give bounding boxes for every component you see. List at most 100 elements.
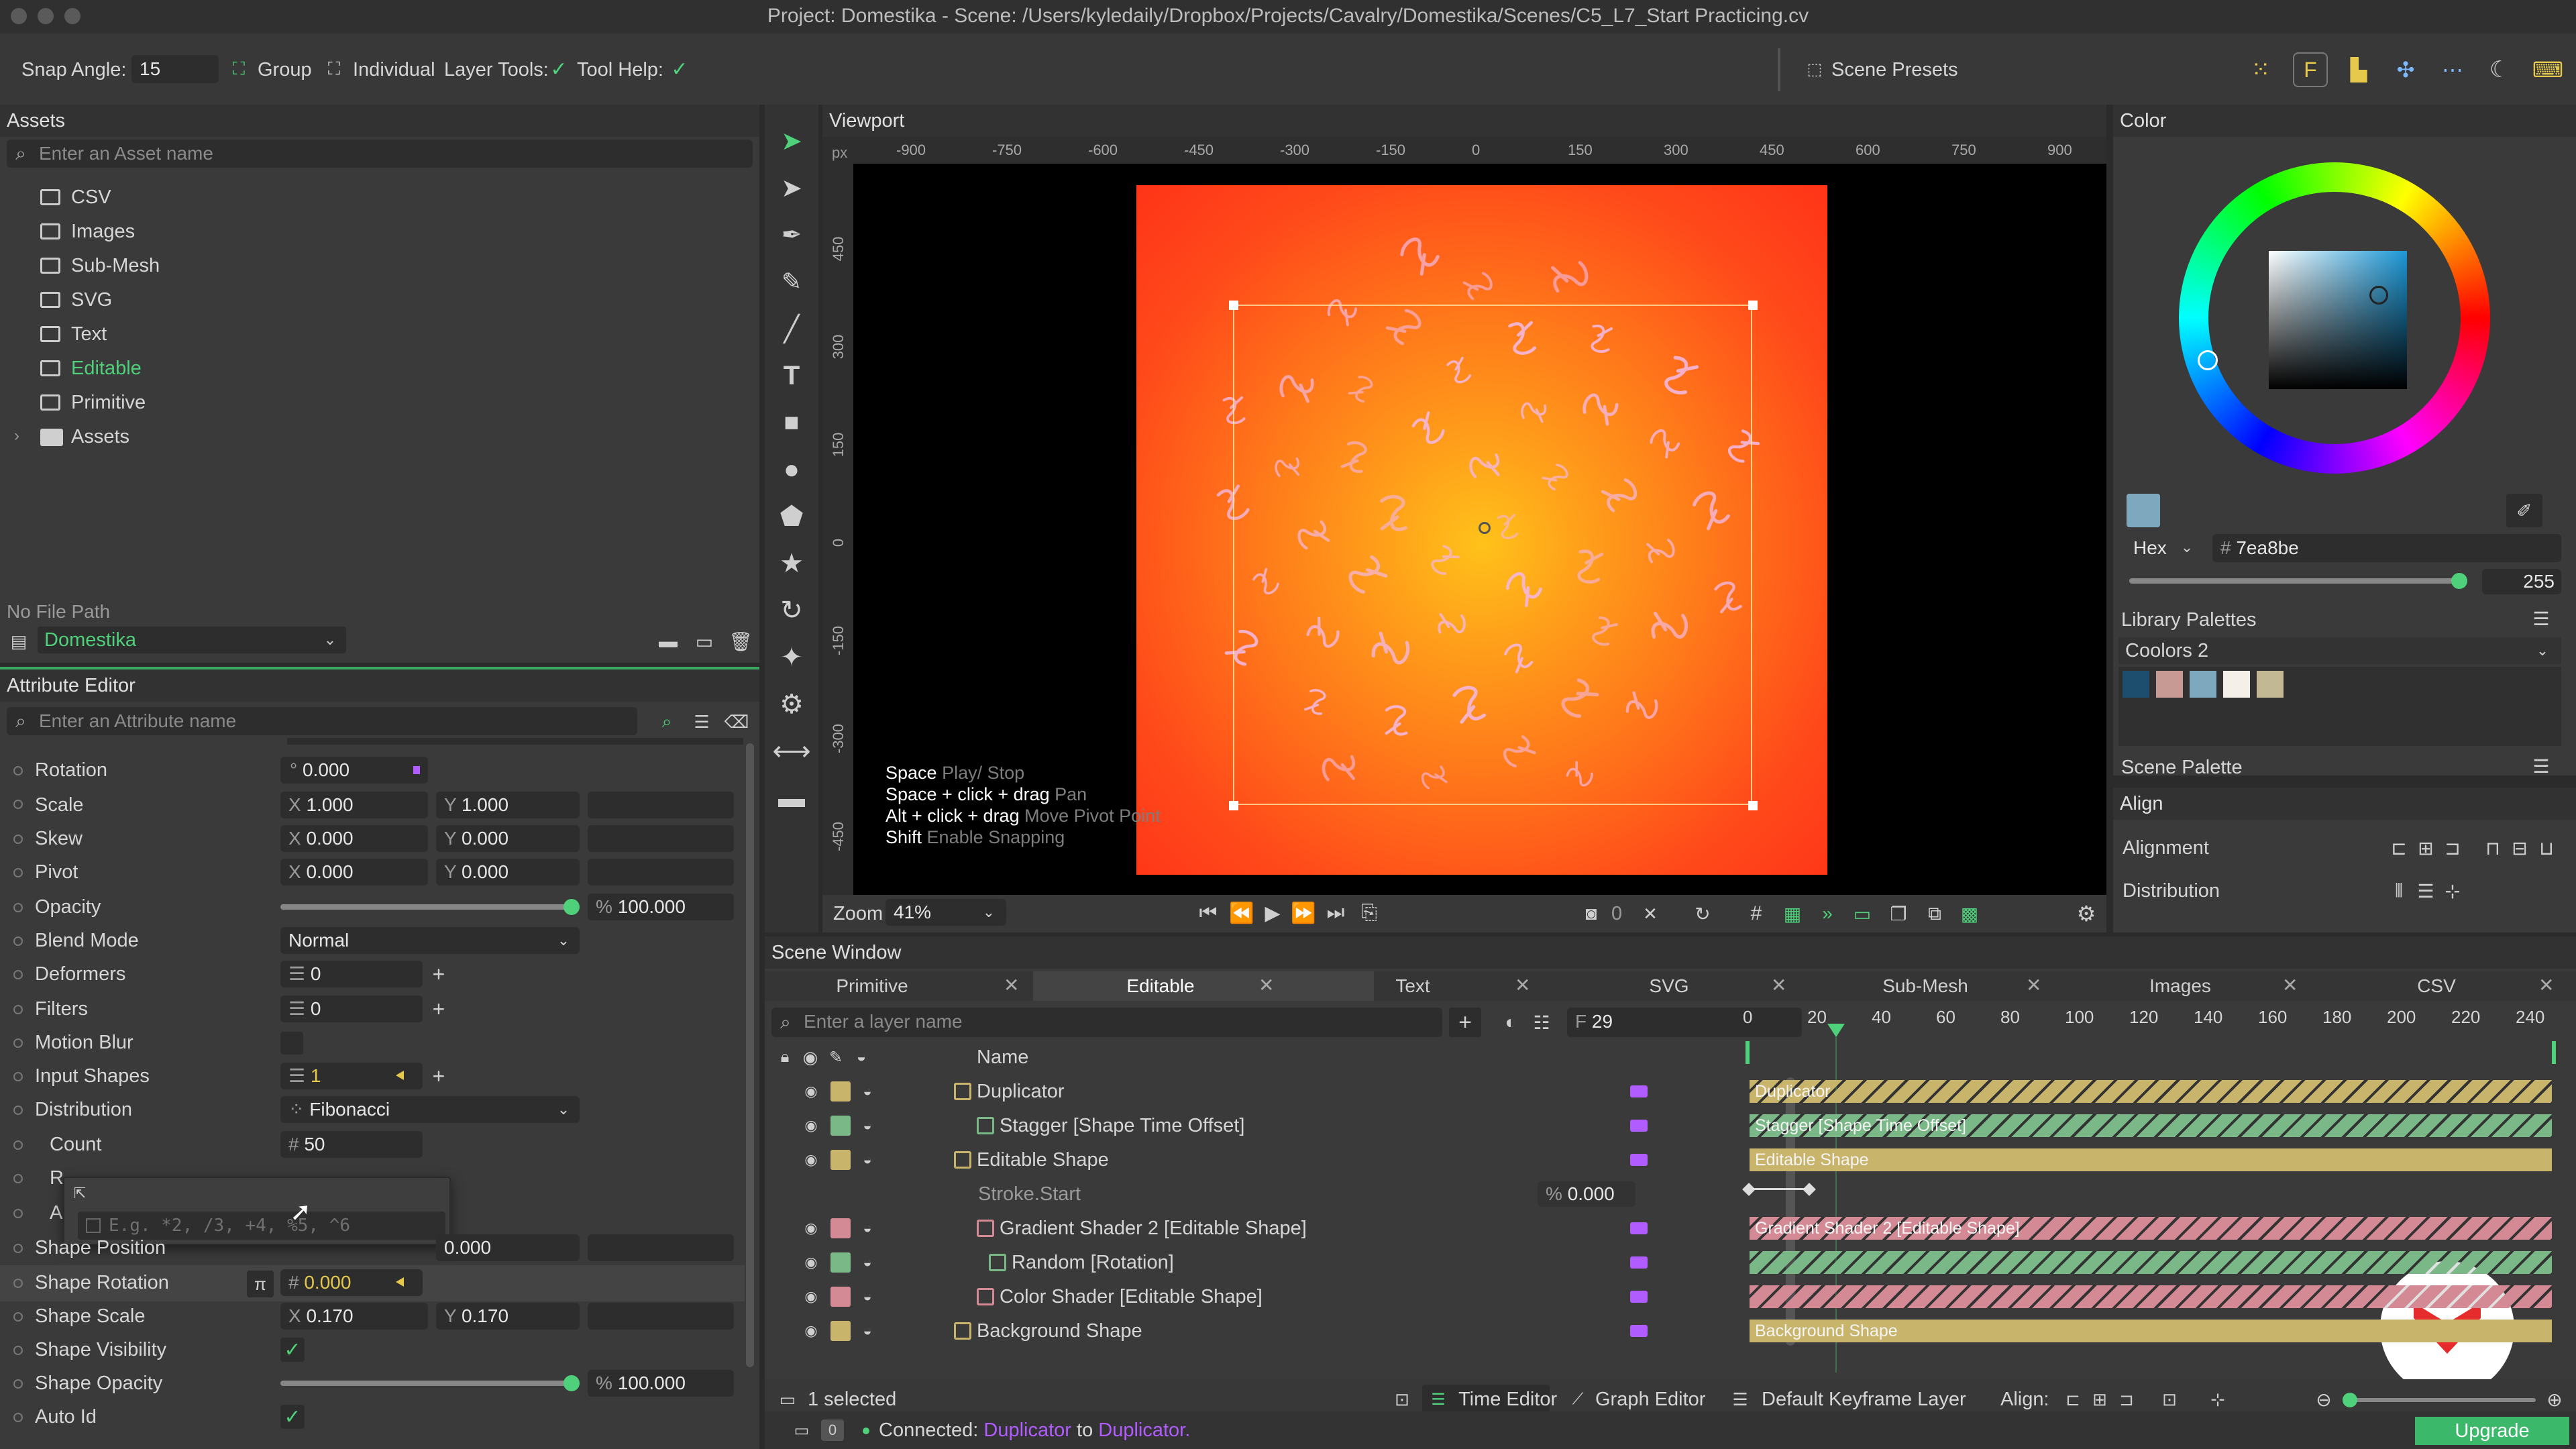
scale-z-input[interactable] <box>588 792 734 818</box>
loop-icon[interactable]: ⎘ <box>1355 899 1383 927</box>
align-bottom-icon[interactable]: ▙ <box>2341 52 2376 87</box>
fast-forward-icon[interactable]: » <box>1814 900 1841 927</box>
selection-handle[interactable] <box>1229 301 1238 310</box>
group-toggle[interactable]: Group <box>258 56 312 83</box>
window-icon[interactable]: ▭ <box>691 628 718 655</box>
copy-icon[interactable]: ⧉ <box>1921 900 1948 927</box>
rectangle-tool-icon[interactable]: ■ <box>773 404 810 441</box>
connection-port-icon[interactable] <box>1630 1291 1648 1303</box>
snap-frame-icon[interactable]: F <box>2293 52 2328 87</box>
keyframe-dot[interactable] <box>13 868 23 877</box>
pivot-x-input[interactable]: X 0.000 <box>280 859 428 885</box>
layer-row[interactable]: ◉ ◒ Random [Rotation] <box>765 1246 1771 1279</box>
direct-select-tool-icon[interactable]: ➤ <box>773 169 810 207</box>
monitor-icon[interactable]: ▭ <box>1849 900 1876 927</box>
selection-box[interactable] <box>1233 305 1752 805</box>
tab-editable[interactable]: Editable <box>1080 971 1241 1001</box>
align-middle-icon[interactable]: ⊟ <box>2506 835 2533 861</box>
keyframe-dot[interactable] <box>13 1038 23 1048</box>
timeline-bar[interactable] <box>1750 1285 2552 1308</box>
palette-swatch[interactable] <box>2257 671 2284 698</box>
layout-icon[interactable]: ▦ <box>1779 900 1806 927</box>
close-tab-icon[interactable]: ✕ <box>2282 974 2298 996</box>
visibility-eye-icon[interactable]: ◉ <box>800 1114 822 1137</box>
options-icon[interactable]: ☷ <box>1527 1008 1556 1037</box>
render-toggle-icon[interactable]: ◒ <box>856 1285 879 1308</box>
palette-select[interactable]: Coolors 2 ⌄ <box>2118 637 2561 664</box>
layer-row[interactable]: ◉ ◒ Color Shader [Editable Shape] <box>765 1280 1771 1313</box>
connection-port-icon[interactable] <box>1630 1256 1648 1269</box>
keyframe-dot[interactable] <box>13 1279 23 1288</box>
saturation-value-square[interactable] <box>2269 251 2407 389</box>
pivot-z-input[interactable] <box>588 859 734 885</box>
keyframe-dot[interactable] <box>13 1106 23 1115</box>
connection-port-icon[interactable] <box>1630 1325 1648 1337</box>
close-tab-icon[interactable]: ✕ <box>1004 974 1019 996</box>
timeline-start-marker[interactable] <box>1746 1041 1750 1064</box>
keyframe-dot[interactable] <box>13 1140 23 1150</box>
align-top-icon[interactable]: ⊓ <box>2479 835 2506 861</box>
capsule-tool-icon[interactable]: ▬ <box>773 780 810 817</box>
sparkle-tool-icon[interactable]: ✦ <box>773 639 810 676</box>
shape-position-y-input[interactable]: 0.000 <box>436 1234 580 1261</box>
align-bottom-icon[interactable]: ⊔ <box>2533 835 2560 861</box>
asset-item-images[interactable]: Images <box>38 217 708 246</box>
filter-icon[interactable]: ◐ <box>1496 1008 1525 1037</box>
keyframe-dot[interactable] <box>13 1209 23 1218</box>
pen-tool-icon[interactable]: ✒ <box>773 216 810 254</box>
resize-tool-icon[interactable]: ⟷ <box>772 733 810 770</box>
timeline-bar[interactable]: Editable Shape <box>1750 1148 2552 1171</box>
skip-start-icon[interactable]: ⏮ <box>1194 899 1222 927</box>
distribute-grid-icon[interactable]: ⊹ <box>2439 877 2466 904</box>
tool-help-checkbox[interactable]: ✓ <box>668 58 691 80</box>
align-right-icon[interactable]: ⊐ <box>2113 1386 2140 1413</box>
render-toggle-icon[interactable]: ◒ <box>856 1114 879 1137</box>
select-tool-icon[interactable]: ➤ <box>773 122 810 160</box>
pen-icon[interactable]: ✎ <box>822 1044 849 1071</box>
layer-color-swatch[interactable] <box>830 1287 851 1307</box>
sv-picker-handle[interactable] <box>2369 286 2388 305</box>
lock-icon[interactable]: 🔒︎ <box>771 1044 798 1071</box>
filters-input[interactable]: ☰ 0 <box>280 996 423 1022</box>
open-folder-icon[interactable]: ▬ <box>655 628 682 655</box>
attribute-search-input[interactable]: Enter an Attribute name <box>7 707 637 735</box>
layer-color-swatch[interactable] <box>830 1081 851 1102</box>
align-center-icon[interactable]: ⊞ <box>2086 1386 2113 1413</box>
deformers-input[interactable]: ☰ 0 <box>280 961 423 987</box>
keyframe-dot[interactable] <box>13 1379 23 1389</box>
text-tool-icon[interactable]: T <box>773 357 810 394</box>
opacity-slider-handle[interactable] <box>564 899 580 915</box>
attribute-scrollbar[interactable] <box>746 743 754 1367</box>
fit-icon[interactable]: ⊡ <box>2156 1386 2183 1413</box>
keyframe-dot[interactable] <box>13 800 23 809</box>
palette-swatch[interactable] <box>2123 671 2149 698</box>
close-tab-icon[interactable]: ✕ <box>1515 974 1530 996</box>
frame-icon[interactable]: ⊡ <box>1389 1386 1415 1413</box>
step-forward-icon[interactable]: ⏩ <box>1289 899 1318 927</box>
grid-dots-icon[interactable]: ⁙ <box>2243 52 2278 87</box>
step-back-icon[interactable]: ⏪ <box>1228 899 1256 927</box>
scale-y-input[interactable]: Y 1.000 <box>436 792 580 818</box>
rotation-input[interactable]: ° 0.000 <box>280 757 428 784</box>
current-color-swatch[interactable] <box>2127 494 2160 527</box>
menu-icon[interactable]: ☰ <box>2526 605 2556 632</box>
asset-item-svg[interactable]: SVG <box>38 285 708 315</box>
snap-angle-input[interactable]: 15 <box>131 55 219 83</box>
console-icon[interactable]: ▭ <box>789 1418 814 1442</box>
skew-z-input[interactable] <box>588 825 734 852</box>
tab-primitive[interactable]: Primitive <box>792 971 953 1001</box>
keyframe-dot[interactable] <box>13 1413 23 1422</box>
layer-row[interactable]: ◉ ◒ Editable Shape <box>765 1143 1771 1177</box>
clear-filter-icon[interactable]: ⌫ <box>723 708 750 735</box>
refresh-icon[interactable]: ↻ <box>1689 900 1716 927</box>
timeline-end-marker[interactable] <box>2552 1041 2556 1064</box>
expand-icon[interactable]: ⇱ <box>68 1182 91 1205</box>
layer-row[interactable]: ◉ ◒ Stagger [Shape Time Offset] <box>765 1109 1771 1142</box>
timeline-bar[interactable]: Stagger [Shape Time Offset] <box>1750 1114 2552 1137</box>
opacity-slider[interactable] <box>280 904 576 910</box>
timeline-bar[interactable]: Gradient Shader 2 [Editable Shape] <box>1750 1217 2552 1240</box>
asset-item-sub-mesh[interactable]: Sub-Mesh <box>38 251 708 280</box>
alpha-slider-handle[interactable] <box>2451 573 2467 589</box>
keyframe-dot[interactable] <box>13 1072 23 1081</box>
layer-row[interactable]: Stroke.Start% 0.000 <box>765 1177 1771 1211</box>
